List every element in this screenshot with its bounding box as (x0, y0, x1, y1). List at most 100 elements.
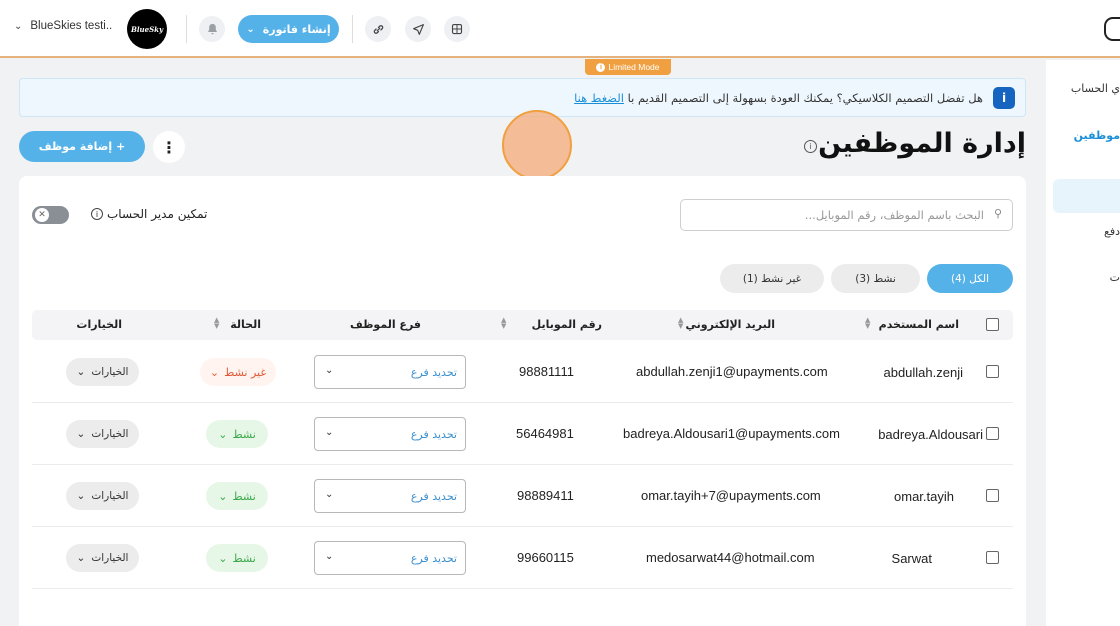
divider (186, 15, 187, 43)
chevron-down-icon: ⌄ (209, 365, 220, 379)
cell-email: abdullah.zenji1@upayments.com (636, 364, 828, 379)
chevron-down-icon: ⌄ (76, 366, 86, 378)
account-switcher[interactable]: ⌄ BlueSkies testi.. (14, 20, 112, 32)
create-invoice-button[interactable]: ⌄ إنشاء فاتورة (238, 15, 339, 43)
status-label: نشط (232, 551, 256, 565)
options-label: الخيارات (91, 552, 129, 564)
options-button[interactable]: الخيارات ⌄ (66, 482, 139, 510)
info-icon: i (596, 62, 606, 72)
table-row: abdullah.zenji abdullah.zenji1@upayments… (32, 341, 1013, 403)
notification-bell-button[interactable] (199, 16, 225, 42)
table-row: Sarwat medosarwat44@hotmail.com 99660115… (32, 527, 1013, 589)
send-icon (412, 23, 424, 35)
merchant-logo[interactable]: BlueSky (127, 9, 167, 49)
cell-mobile: 56464981 (516, 426, 574, 441)
status-badge[interactable]: نشط ⌄ (206, 482, 268, 510)
options-label: الخيارات (91, 428, 129, 440)
chevron-down-icon: ⌄ (14, 20, 23, 32)
tab-all[interactable]: الكل (4) (927, 264, 1013, 293)
chevron-down-icon: ⌄ (76, 428, 86, 440)
bell-icon (207, 23, 217, 34)
classic-design-link[interactable]: الضغط هنا (574, 91, 624, 105)
chevron-down-icon: ⌄ (218, 551, 228, 565)
branch-select[interactable]: ⌄ تحديد فرع (314, 479, 466, 513)
row-checkbox[interactable] (986, 551, 999, 564)
cell-username: omar.tayih (894, 489, 954, 504)
banner-text: هل تفضل التصميم الكلاسيكي؟ يمكنك العودة … (574, 91, 983, 105)
toggle-label-text: تمكين مدير الحساب (107, 207, 208, 221)
status-badge[interactable]: نشط ⌄ (206, 420, 268, 448)
header-email[interactable]: البريد الإلكتروني (686, 318, 775, 331)
page-title: إدارة الموظفين (818, 128, 1026, 159)
chevron-down-icon: ⌄ (246, 23, 255, 35)
tab-inactive[interactable]: غير نشط (1) (720, 264, 824, 293)
chevron-down-icon: ⌄ (325, 489, 334, 500)
chevron-down-icon: ⌄ (76, 490, 86, 502)
sort-icon[interactable]: ▲ ▼ (678, 317, 683, 330)
sidebar: ي الحساب موظفين دفع ت (1046, 60, 1120, 626)
account-manager-toggle[interactable]: ✕ (32, 206, 69, 224)
banner-message: هل تفضل التصميم الكلاسيكي؟ يمكنك العودة … (627, 91, 983, 105)
link-icon (373, 24, 383, 34)
link-button[interactable] (365, 16, 391, 42)
brand-logo[interactable] (1104, 17, 1120, 41)
options-button[interactable]: الخيارات ⌄ (66, 358, 139, 386)
branch-select[interactable]: ⌄ تحديد فرع (314, 541, 466, 575)
options-button[interactable]: الخيارات ⌄ (66, 420, 139, 448)
close-icon: ✕ (35, 208, 49, 222)
cell-email: omar.tayih+7@upayments.com (641, 488, 821, 503)
status-label: غير نشط (224, 365, 267, 379)
cell-email: badreya.Aldousari1@upayments.com (623, 426, 840, 441)
add-employee-button[interactable]: + إضافة موظف (19, 131, 145, 162)
status-badge[interactable]: نشط ⌄ (206, 544, 268, 572)
branch-select[interactable]: ⌄ تحديد فرع (314, 355, 466, 389)
chevron-down-icon: ⌄ (218, 427, 228, 441)
table-row: omar.tayih omar.tayih+7@upayments.com 98… (32, 465, 1013, 527)
send-button[interactable] (405, 16, 431, 42)
chevron-down-icon: ⌄ (218, 489, 228, 503)
sort-icon[interactable]: ▲ ▼ (501, 317, 506, 330)
info-icon[interactable]: i (804, 140, 817, 153)
top-bar: ⌄ BlueSkies testi.. BlueSky ⌄ إنشاء فاتو… (0, 0, 1120, 58)
status-badge[interactable]: غير نشط ⌄ (200, 358, 276, 386)
row-checkbox[interactable] (986, 427, 999, 440)
table-row: badreya.Aldousari badreya.Aldousari1@upa… (32, 403, 1013, 465)
sidebar-item-settings[interactable]: ت (1110, 271, 1120, 284)
sidebar-item-employees[interactable]: موظفين (1074, 129, 1120, 142)
apps-button[interactable] (444, 16, 470, 42)
info-icon[interactable]: i (91, 208, 103, 220)
sidebar-item-payments[interactable]: دفع (1104, 225, 1120, 238)
classic-design-banner: i هل تفضل التصميم الكلاسيكي؟ يمكنك العود… (19, 78, 1026, 117)
row-checkbox[interactable] (986, 489, 999, 502)
status-label: نشط (232, 427, 256, 441)
info-icon: i (993, 87, 1015, 109)
sort-icon[interactable]: ▲ ▼ (214, 317, 219, 330)
branch-select[interactable]: ⌄ تحديد فرع (314, 417, 466, 451)
tab-active[interactable]: نشط (3) (831, 264, 920, 293)
search-input[interactable]: ⚲ البحث باسم الموظف، رقم الموبايل... (680, 199, 1013, 231)
status-label: نشط (232, 489, 256, 503)
branch-placeholder: تحديد فرع (410, 366, 457, 379)
divider (352, 15, 353, 43)
limited-mode-badge: i Limited Mode (585, 59, 671, 75)
header-status[interactable]: الحالة (230, 318, 261, 331)
create-invoice-label: إنشاء فاتورة (262, 22, 331, 36)
options-button[interactable]: الخيارات ⌄ (66, 544, 139, 572)
header-mobile[interactable]: رقم الموبايل (532, 318, 602, 331)
select-all-checkbox[interactable] (986, 318, 999, 331)
employees-card: ⚲ البحث باسم الموظف، رقم الموبايل... ✕ ت… (19, 176, 1026, 626)
options-label: الخيارات (91, 366, 129, 378)
table-header: اسم المستخدم ▲ ▼ البريد الإلكتروني ▲ ▼ رقم… (32, 310, 1013, 340)
sidebar-active-highlight (1053, 179, 1120, 213)
more-options-button[interactable]: ⋮ (153, 131, 185, 163)
cell-username: Sarwat (891, 551, 932, 566)
account-name: BlueSkies testi.. (30, 20, 113, 32)
cell-mobile: 99660115 (517, 550, 574, 565)
sidebar-item-account[interactable]: ي الحساب (1071, 82, 1120, 95)
header-username[interactable]: اسم المستخدم (879, 318, 959, 331)
cursor-highlight (502, 110, 572, 180)
sort-icon[interactable]: ▲ ▼ (865, 317, 870, 330)
row-checkbox[interactable] (986, 365, 999, 378)
chevron-down-icon: ⌄ (325, 365, 334, 376)
grid-icon (451, 23, 463, 35)
